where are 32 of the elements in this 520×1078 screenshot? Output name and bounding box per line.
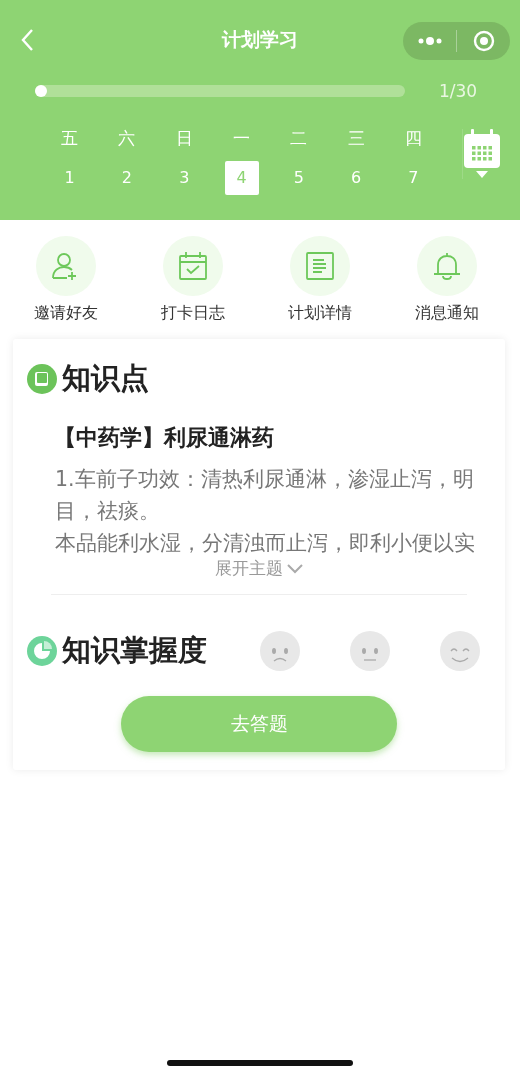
section-title: 知识点 [62,360,149,397]
neutral-face-icon[interactable] [350,631,390,671]
book-icon [26,363,58,395]
document-icon [304,251,335,281]
shortcut-button[interactable]: 打卡日志 [129,236,256,339]
body-text: 1.车前子功效：清热利尿通淋，渗湿止泻，明目，祛痰。 [55,466,475,525]
more-icon [416,36,443,46]
chevron-down-icon [285,562,304,575]
day-button[interactable]: 五 1 [41,125,99,195]
pie-chart-icon [26,635,58,667]
body-text: 本品能利水湿，分清浊而止泻，即利小便以实 [55,530,476,557]
page-title: 计划学习 [222,27,298,52]
bell-icon [431,251,462,281]
day-button[interactable]: 一 4 [212,125,271,195]
calendar-check-icon [177,251,208,281]
shortcut-button[interactable]: 计划详情 [256,236,383,339]
sad-face-icon[interactable] [260,631,300,671]
shortcut-button[interactable]: 消息通知 [383,236,510,339]
progress-count: 1/30 [439,81,478,101]
day-button[interactable]: 四 7 [384,125,443,195]
calendar-button[interactable] [462,129,501,179]
target-icon [472,30,495,52]
day-button[interactable]: 日 3 [155,125,213,195]
answer-button[interactable]: 去答题 [121,696,397,752]
shortcut-button[interactable]: 邀请好友 [2,236,129,339]
day-button[interactable]: 二 5 [270,125,328,195]
topic-title: 【中药学】利尿通淋药 [54,424,275,452]
happy-face-icon[interactable] [440,631,480,671]
section-title: 知识掌握度 [62,632,207,669]
day-button[interactable]: 六 2 [98,125,156,195]
day-button[interactable]: 三 6 [327,125,385,195]
expand-button[interactable]: 展开主题 [214,557,304,580]
